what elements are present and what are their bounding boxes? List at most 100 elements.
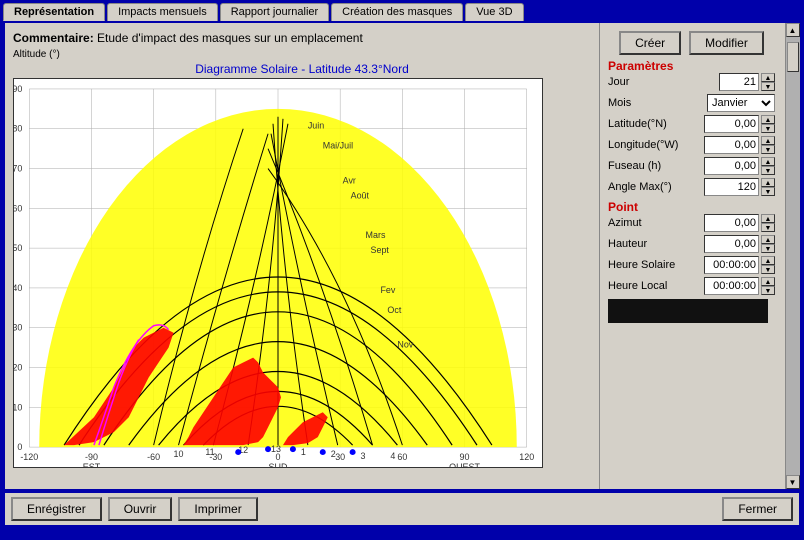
scroll-thumb[interactable]	[787, 42, 799, 72]
fuseau-down[interactable]: ▼	[761, 166, 775, 175]
creer-button[interactable]: Créer	[619, 31, 681, 55]
azimut-spinner[interactable]: ▲ ▼	[761, 214, 775, 232]
svg-text:10: 10	[14, 402, 22, 412]
heure-solaire-up[interactable]: ▲	[761, 256, 775, 265]
latitude-spinner[interactable]: ▲ ▼	[761, 115, 775, 133]
angle-input[interactable]	[704, 178, 759, 196]
longitude-up[interactable]: ▲	[761, 136, 775, 145]
longitude-label: Longitude(°W)	[608, 139, 693, 151]
bottom-left-buttons: Enrégistrer Ouvrir Imprimer	[11, 497, 258, 521]
latitude-up[interactable]: ▲	[761, 115, 775, 124]
scrollbar[interactable]: ▲ ▼	[785, 23, 799, 489]
mois-select[interactable]: Janvier Février Mars Avril Mai Juin Juil…	[707, 94, 775, 112]
longitude-spinner[interactable]: ▲ ▼	[761, 136, 775, 154]
hauteur-spinner[interactable]: ▲ ▼	[761, 235, 775, 253]
chart-panel: Commentaire: Etude d'impact des masques …	[5, 23, 599, 489]
svg-text:Juin: Juin	[308, 121, 324, 131]
commentaire-bar: Commentaire: Etude d'impact des masques …	[13, 31, 591, 45]
imprimer-button[interactable]: Imprimer	[178, 497, 257, 521]
azimut-up[interactable]: ▲	[761, 214, 775, 223]
angle-row: Angle Max(°) ▲ ▼	[608, 178, 775, 196]
longitude-input[interactable]	[704, 136, 759, 154]
tab-vue3d[interactable]: Vue 3D	[465, 3, 523, 21]
hauteur-input[interactable]	[704, 235, 759, 253]
heure-local-up[interactable]: ▲	[761, 277, 775, 286]
svg-text:13: 13	[271, 444, 281, 454]
svg-text:Fev: Fev	[380, 285, 395, 295]
modifier-button[interactable]: Modifier	[689, 31, 764, 55]
color-display	[608, 299, 768, 323]
heure-local-control: ▲ ▼	[704, 277, 775, 295]
chart-area[interactable]: 0 10 20 30 40 50 60 70 80 90 -120 -90 -6…	[13, 78, 543, 468]
point-title: Point	[608, 200, 775, 214]
svg-text:SUD: SUD	[269, 462, 288, 467]
azimut-row: Azimut ▲ ▼	[608, 214, 775, 232]
hauteur-label: Hauteur	[608, 238, 693, 250]
angle-control: ▲ ▼	[704, 178, 775, 196]
tab-masques[interactable]: Création des masques	[331, 3, 463, 21]
svg-text:EST: EST	[83, 462, 101, 467]
enregistrer-button[interactable]: Enrégistrer	[11, 497, 102, 521]
jour-down[interactable]: ▼	[761, 82, 775, 91]
heure-local-input[interactable]	[704, 277, 759, 295]
fuseau-input[interactable]	[704, 157, 759, 175]
svg-text:80: 80	[14, 124, 22, 134]
svg-text:70: 70	[14, 164, 22, 174]
ouvrir-button[interactable]: Ouvrir	[108, 497, 173, 521]
latitude-down[interactable]: ▼	[761, 124, 775, 133]
longitude-row: Longitude(°W) ▲ ▼	[608, 136, 775, 154]
angle-up[interactable]: ▲	[761, 178, 775, 187]
heure-local-down[interactable]: ▼	[761, 286, 775, 295]
tab-impacts[interactable]: Impacts mensuels	[107, 3, 218, 21]
fuseau-spinner[interactable]: ▲ ▼	[761, 157, 775, 175]
svg-text:40: 40	[14, 283, 22, 293]
hauteur-up[interactable]: ▲	[761, 235, 775, 244]
main-content: Commentaire: Etude d'impact des masques …	[3, 21, 801, 491]
svg-text:-60: -60	[147, 452, 160, 462]
scroll-down-btn[interactable]: ▼	[786, 475, 800, 489]
svg-text:30: 30	[335, 452, 345, 462]
longitude-down[interactable]: ▼	[761, 145, 775, 154]
chart-title: Diagramme Solaire - Latitude 43.3°Nord	[13, 62, 591, 76]
tab-representation[interactable]: Représentation	[3, 3, 105, 21]
azimut-down[interactable]: ▼	[761, 223, 775, 232]
heure-solaire-input[interactable]	[704, 256, 759, 274]
angle-down[interactable]: ▼	[761, 187, 775, 196]
fuseau-up[interactable]: ▲	[761, 157, 775, 166]
latitude-input[interactable]	[704, 115, 759, 133]
mois-label: Mois	[608, 97, 693, 109]
scroll-up-btn[interactable]: ▲	[786, 23, 800, 37]
jour-input[interactable]	[719, 73, 759, 91]
heure-solaire-control: ▲ ▼	[704, 256, 775, 274]
heure-local-spinner[interactable]: ▲ ▼	[761, 277, 775, 295]
tab-bar: Représentation Impacts mensuels Rapport …	[0, 0, 804, 21]
commentaire-value: Etude d'impact des masques sur un emplac…	[97, 31, 363, 45]
jour-spinner[interactable]: ▲ ▼	[761, 73, 775, 91]
azimut-label: Azimut	[608, 217, 693, 229]
svg-text:3: 3	[361, 451, 366, 461]
svg-text:120: 120	[519, 452, 534, 462]
heure-local-row: Heure Local ▲ ▼	[608, 277, 775, 295]
angle-spinner[interactable]: ▲ ▼	[761, 178, 775, 196]
hauteur-row: Hauteur ▲ ▼	[608, 235, 775, 253]
jour-label: Jour	[608, 76, 693, 88]
jour-control: ▲ ▼	[719, 73, 775, 91]
heure-solaire-spinner[interactable]: ▲ ▼	[761, 256, 775, 274]
svg-text:Mars: Mars	[366, 230, 386, 240]
svg-text:-90: -90	[85, 452, 98, 462]
svg-text:Août: Août	[351, 190, 370, 200]
heure-solaire-down[interactable]: ▼	[761, 265, 775, 274]
svg-text:1: 1	[301, 447, 306, 457]
tab-rapport[interactable]: Rapport journalier	[220, 3, 329, 21]
svg-text:90: 90	[460, 452, 470, 462]
latitude-row: Latitude(°N) ▲ ▼	[608, 115, 775, 133]
fermer-button[interactable]: Fermer	[722, 497, 793, 521]
svg-text:90: 90	[14, 84, 22, 94]
fuseau-row: Fuseau (h) ▲ ▼	[608, 157, 775, 175]
scroll-track[interactable]	[786, 37, 800, 475]
azimut-input[interactable]	[704, 214, 759, 232]
angle-label: Angle Max(°)	[608, 181, 693, 193]
hauteur-down[interactable]: ▼	[761, 244, 775, 253]
latitude-label: Latitude(°N)	[608, 118, 693, 130]
jour-up[interactable]: ▲	[761, 73, 775, 82]
